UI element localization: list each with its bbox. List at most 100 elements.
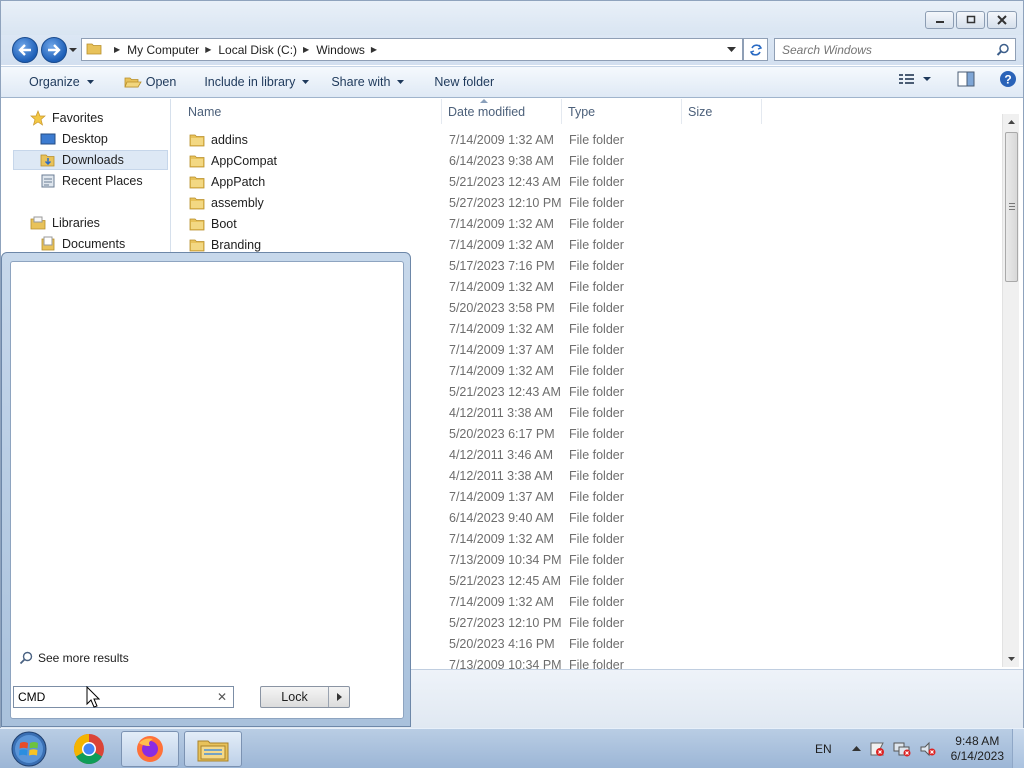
folder-icon <box>189 176 205 188</box>
nav-favorites[interactable]: Favorites <box>30 108 103 128</box>
scroll-thumb[interactable] <box>1005 132 1018 282</box>
file-type: File folder <box>569 468 624 483</box>
restore-button[interactable] <box>956 11 985 29</box>
file-type: File folder <box>569 510 624 525</box>
column-name-label: Name <box>188 104 222 119</box>
start-search-input[interactable] <box>14 687 204 707</box>
column-type-label: Type <box>568 104 596 119</box>
start-button[interactable] <box>0 731 58 767</box>
file-type: File folder <box>569 405 624 420</box>
libraries-icon <box>30 215 46 231</box>
open-button[interactable]: Open <box>116 69 185 95</box>
address-dropdown-icon[interactable] <box>727 47 736 53</box>
address-bar[interactable]: ▶ My Computer ▶ Local Disk (C:) ▶ Window… <box>81 38 743 61</box>
file-type: File folder <box>569 258 624 273</box>
nav-favorites-label: Favorites <box>52 111 104 125</box>
close-button[interactable] <box>987 11 1017 29</box>
column-headers: Name Date modified Type Size <box>172 99 1002 124</box>
column-name[interactable]: Name <box>182 99 442 124</box>
breadcrumb-chevron-icon[interactable]: ▶ <box>303 45 309 54</box>
breadcrumb-local-disk[interactable]: Local Disk (C:) <box>218 43 297 57</box>
new-folder-button[interactable]: New folder <box>426 69 502 95</box>
file-type: File folder <box>569 342 624 357</box>
file-type: File folder <box>569 594 624 609</box>
breadcrumb-chevron-icon[interactable]: ▶ <box>371 45 377 54</box>
file-row[interactable]: addins 7/14/2009 1:32 AM File folder <box>172 129 1002 150</box>
file-row[interactable]: AppCompat 6/14/2023 9:38 AM File folder <box>172 150 1002 171</box>
help-icon[interactable]: ? <box>999 70 1017 88</box>
breadcrumb: ▶ My Computer ▶ Local Disk (C:) ▶ Window… <box>108 43 384 57</box>
column-type[interactable]: Type <box>562 99 682 124</box>
refresh-button[interactable] <box>743 38 768 61</box>
show-desktop-button[interactable] <box>1012 729 1024 768</box>
forward-button[interactable] <box>41 37 67 63</box>
start-search-box[interactable]: ✕ <box>13 686 234 708</box>
file-date-modified: 7/13/2009 10:34 PM <box>449 552 562 567</box>
file-name-label: assembly <box>211 195 264 210</box>
organize-menu[interactable]: Organize <box>21 69 102 95</box>
column-date-modified[interactable]: Date modified <box>442 99 562 124</box>
search-box[interactable] <box>774 38 1016 61</box>
title-bar[interactable] <box>1 1 1023 35</box>
file-type: File folder <box>569 279 624 294</box>
file-type: File folder <box>569 300 624 315</box>
preview-pane-icon[interactable] <box>957 71 975 87</box>
see-more-results-link[interactable]: See more results <box>19 651 129 665</box>
breadcrumb-windows[interactable]: Windows <box>316 43 365 57</box>
open-label: Open <box>145 75 177 89</box>
file-type: File folder <box>569 132 624 147</box>
file-explorer-taskbar-button[interactable] <box>184 731 242 767</box>
documents-icon <box>40 236 56 252</box>
recent-pages-chevron-icon[interactable] <box>69 46 77 54</box>
new-folder-label: New folder <box>434 75 495 89</box>
scroll-down-button[interactable] <box>1003 651 1020 667</box>
show-hidden-icons-button[interactable] <box>851 746 861 752</box>
search-icon <box>19 651 33 665</box>
firefox-taskbar-button[interactable] <box>121 731 179 767</box>
file-date-modified: 7/14/2009 1:32 AM <box>449 321 554 336</box>
nav-libraries[interactable]: Libraries <box>30 213 100 233</box>
nav-documents[interactable]: Documents <box>40 234 125 254</box>
star-icon <box>30 110 46 126</box>
nav-desktop-label: Desktop <box>62 132 108 146</box>
include-in-library-menu[interactable]: Include in library <box>196 69 317 95</box>
clear-search-icon[interactable]: ✕ <box>217 690 227 704</box>
language-indicator[interactable]: EN <box>815 742 832 756</box>
breadcrumb-chevron-icon[interactable]: ▶ <box>114 45 120 54</box>
clock[interactable]: 9:48 AM 6/14/2023 <box>951 734 1004 764</box>
nav-desktop[interactable]: Desktop <box>40 129 108 149</box>
include-in-library-label: Include in library <box>204 75 296 89</box>
file-row[interactable]: Boot 7/14/2009 1:32 AM File folder <box>172 213 1002 234</box>
file-name-label: Branding <box>211 237 262 252</box>
breadcrumb-chevron-icon[interactable]: ▶ <box>205 45 211 54</box>
share-with-menu[interactable]: Share with <box>323 69 412 95</box>
column-size[interactable]: Size <box>682 99 762 124</box>
nav-recent-places[interactable]: Recent Places <box>40 171 143 191</box>
file-type: File folder <box>569 153 624 168</box>
network-icon[interactable] <box>893 741 911 757</box>
action-center-icon[interactable] <box>869 741 885 757</box>
lock-button[interactable]: Lock <box>260 686 350 708</box>
chevron-down-icon <box>1008 656 1015 661</box>
file-date-modified: 4/12/2011 3:38 AM <box>449 405 554 420</box>
file-type: File folder <box>569 216 624 231</box>
change-view-button[interactable] <box>899 73 931 85</box>
nav-downloads[interactable]: Downloads <box>13 150 168 170</box>
search-icon[interactable] <box>996 43 1010 57</box>
minimize-button[interactable] <box>925 11 954 29</box>
vertical-scrollbar[interactable] <box>1002 114 1019 667</box>
back-button[interactable] <box>12 37 38 63</box>
file-row[interactable]: AppPatch 5/21/2023 12:43 AM File folder <box>172 171 1002 192</box>
chrome-taskbar-button[interactable] <box>60 731 118 767</box>
volume-muted-icon[interactable] <box>919 741 937 757</box>
search-input[interactable] <box>775 39 985 60</box>
breadcrumb-my-computer[interactable]: My Computer <box>127 43 199 57</box>
file-date-modified: 5/27/2023 12:10 PM <box>449 615 562 630</box>
desktop-icon <box>40 131 56 147</box>
scroll-up-button[interactable] <box>1003 114 1020 130</box>
shutdown-options-button[interactable] <box>328 687 349 707</box>
close-icon <box>997 15 1007 25</box>
file-row[interactable]: assembly 5/27/2023 12:10 PM File folder <box>172 192 1002 213</box>
restore-icon <box>966 15 975 24</box>
file-date-modified: 6/14/2023 9:38 AM <box>449 153 554 168</box>
